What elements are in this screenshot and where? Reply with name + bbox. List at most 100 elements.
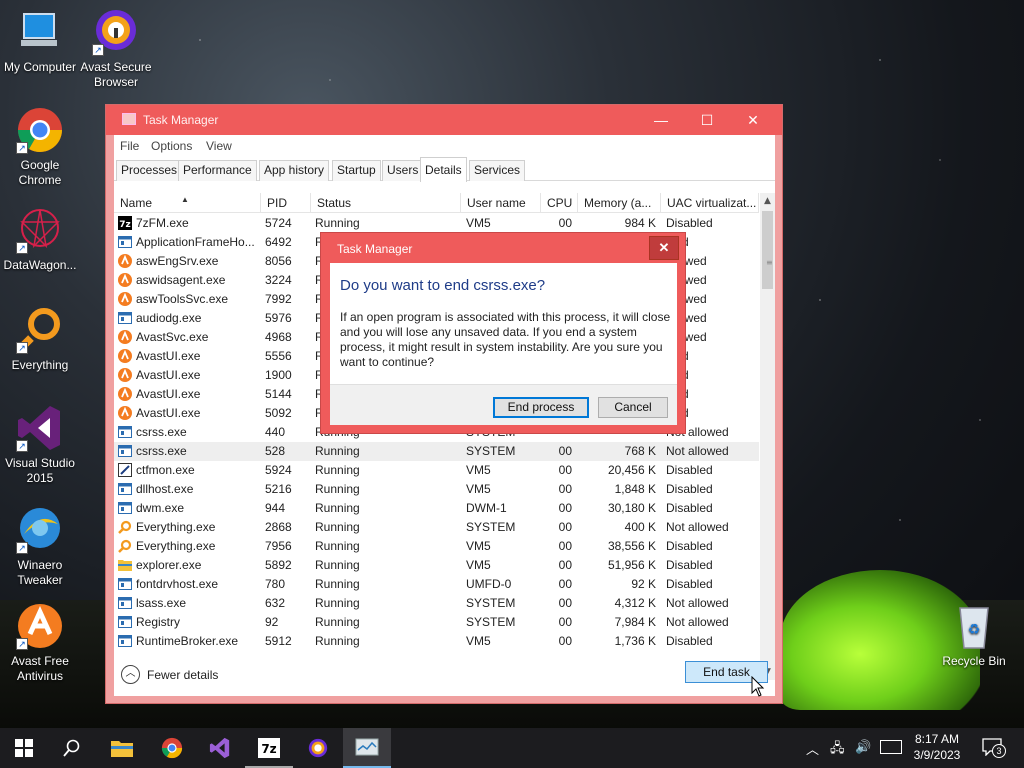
process-user: VM5 (466, 216, 491, 230)
tab-services[interactable]: Services (469, 160, 526, 181)
table-row[interactable]: fontdrvhost.exe 780 Running UMFD-0 00 92 K Dis… (114, 575, 759, 594)
process-user: VM5 (466, 482, 491, 496)
7zip-icon[interactable]: 7z (245, 728, 293, 768)
process-status: Running (315, 539, 360, 553)
process-status: Running (315, 444, 360, 458)
notifications-icon[interactable]: 3 (982, 738, 1006, 758)
process-pid: 632 (265, 596, 286, 610)
task-manager-icon (122, 113, 136, 125)
process-pid: 5216 (265, 482, 292, 496)
desktop-icon-label: Avast Free Antivirus (11, 654, 69, 683)
clock[interactable]: 8:17 AM 3/9/2023 (902, 731, 972, 763)
column-header-name[interactable]: Name ▲ (114, 193, 261, 213)
process-name: dllhost.exe (136, 482, 194, 496)
chrome-icon[interactable] (148, 728, 196, 768)
process-status: Running (315, 501, 360, 515)
process-icon (118, 292, 132, 306)
maximize-button[interactable]: ☐ (684, 105, 730, 135)
keyboard-icon[interactable] (880, 740, 902, 754)
scroll-up-icon[interactable]: ▲ (760, 193, 775, 209)
process-icon (118, 235, 132, 249)
close-button[interactable]: ✕ (730, 105, 776, 135)
table-row[interactable]: dwm.exe 944 Running DWM-1 00 30,180 K Disabled (114, 499, 759, 518)
table-row[interactable]: explorer.exe 5892 Running VM5 00 51,956 K Disa… (114, 556, 759, 575)
tab-performance[interactable]: Performance (178, 160, 257, 181)
visual-studio-icon[interactable] (196, 728, 244, 768)
menu-options[interactable]: Options (151, 139, 192, 153)
process-name: ApplicationFrameHo... (136, 235, 255, 249)
title-bar[interactable]: Task Manager — ☐ ✕ (106, 105, 782, 135)
table-row[interactable]: lsass.exe 632 Running SYSTEM 00 4,312 K Not al… (114, 594, 759, 613)
process-pid: 528 (265, 444, 286, 458)
tab-startup[interactable]: Startup (332, 160, 381, 181)
svg-text:7z: 7z (261, 742, 276, 756)
column-header-uac[interactable]: UAC virtualizat... (661, 193, 759, 213)
scroll-thumb[interactable]: ≡ (762, 211, 773, 289)
process-pid: 5892 (265, 558, 292, 572)
search-icon[interactable] (48, 728, 96, 768)
process-icon (118, 634, 132, 648)
volume-icon[interactable]: 🔊 (855, 739, 871, 755)
task-manager-icon[interactable] (343, 728, 391, 768)
process-pid: 2868 (265, 520, 292, 534)
process-pid: 8056 (265, 254, 292, 268)
process-cpu: 00 (558, 216, 572, 230)
table-row[interactable]: Everything.exe 2868 Running SYSTEM 00 400 K No… (114, 518, 759, 537)
recycle-bin-icon: ♻ (950, 602, 998, 650)
desktop-icon-avast-browser[interactable]: ↗ Avast Secure Browser (76, 8, 156, 90)
desktop-icon-visual-studio[interactable]: ↗ Visual Studio 2015 (0, 404, 80, 486)
chevron-up-icon[interactable]: ︿ (806, 739, 819, 758)
avast-browser-icon[interactable] (294, 728, 342, 768)
menu-file[interactable]: File (120, 139, 139, 153)
minimize-button[interactable]: — (638, 105, 684, 135)
end-process-button[interactable]: End process (493, 397, 589, 418)
table-row[interactable]: RuntimeBroker.exe 5912 Running VM5 00 1,736 K… (114, 632, 759, 651)
column-header-cpu[interactable]: CPU (541, 193, 578, 213)
column-header-user[interactable]: User name (461, 193, 541, 213)
window-title: Task Manager (143, 113, 219, 127)
process-user: UMFD-0 (466, 577, 512, 591)
table-row[interactable]: Registry 92 Running SYSTEM 00 7,984 K Not allo… (114, 613, 759, 632)
desktop-icon-chrome[interactable]: ↗ Google Chrome (0, 106, 80, 188)
column-header-status[interactable]: Status (311, 193, 461, 213)
process-memory: 38,556 K (607, 539, 656, 553)
shortcut-arrow-icon: ↗ (16, 242, 28, 254)
process-icon (118, 482, 132, 496)
network-icon[interactable]: 🖧 (830, 739, 845, 761)
tab-users[interactable]: Users (382, 160, 424, 181)
vertical-scrollbar[interactable]: ▲ ≡ ▼ (760, 193, 775, 680)
desktop-icon-recycle-bin[interactable]: ♻ Recycle Bin (934, 602, 1014, 669)
menu-view[interactable]: View (206, 139, 232, 153)
windows-start-icon[interactable] (0, 728, 48, 768)
cancel-button[interactable]: Cancel (598, 397, 668, 418)
tab-app-history[interactable]: App history (259, 160, 330, 181)
desktop-icon-avast-antivirus[interactable]: ↗ Avast Free Antivirus (0, 602, 80, 684)
process-status: Running (315, 596, 360, 610)
dialog-close-button[interactable]: ✕ (649, 236, 679, 260)
table-row[interactable]: 7z 7zFM.exe 5724 Running VM5 00 984 K Disabled (114, 214, 759, 233)
file-explorer-icon[interactable] (98, 728, 146, 768)
table-row[interactable]: Everything.exe 7956 Running VM5 00 38,556 K Di… (114, 537, 759, 556)
table-row[interactable]: ctfmon.exe 5924 Running VM5 00 20,456 K Disabl… (114, 461, 759, 480)
datawagon-icon: ↗ (16, 206, 64, 254)
column-header-pid[interactable]: PID (261, 193, 311, 213)
process-icon (118, 330, 132, 344)
shortcut-arrow-icon: ↗ (16, 542, 28, 554)
process-uac: Disabled (666, 463, 713, 477)
table-row[interactable]: csrss.exe 528 Running SYSTEM 00 768 K Not allo… (114, 442, 759, 461)
process-status: Running (315, 520, 360, 534)
dialog-body: Do you want to end csrss.exe? If an open… (330, 263, 677, 425)
column-header-memory[interactable]: Memory (a... (578, 193, 661, 213)
desktop-icon-winaero[interactable]: ↗ Winaero Tweaker (0, 506, 80, 588)
process-cpu: 00 (558, 596, 572, 610)
dialog-title-bar[interactable]: Task Manager ✕ (321, 233, 685, 263)
process-pid: 6492 (265, 235, 292, 249)
table-row[interactable]: dllhost.exe 5216 Running VM5 00 1,848 K Disabl… (114, 480, 759, 499)
desktop-icon-my-computer[interactable]: My Computer (0, 8, 80, 75)
process-icon (118, 387, 132, 401)
desktop-icon-everything[interactable]: ↗ Everything (0, 306, 80, 373)
process-pid: 440 (265, 425, 286, 439)
tab-processes[interactable]: Processes (116, 160, 183, 181)
tab-details[interactable]: Details (420, 157, 467, 182)
desktop-icon-datawagon[interactable]: ↗ DataWagon... (0, 206, 80, 273)
